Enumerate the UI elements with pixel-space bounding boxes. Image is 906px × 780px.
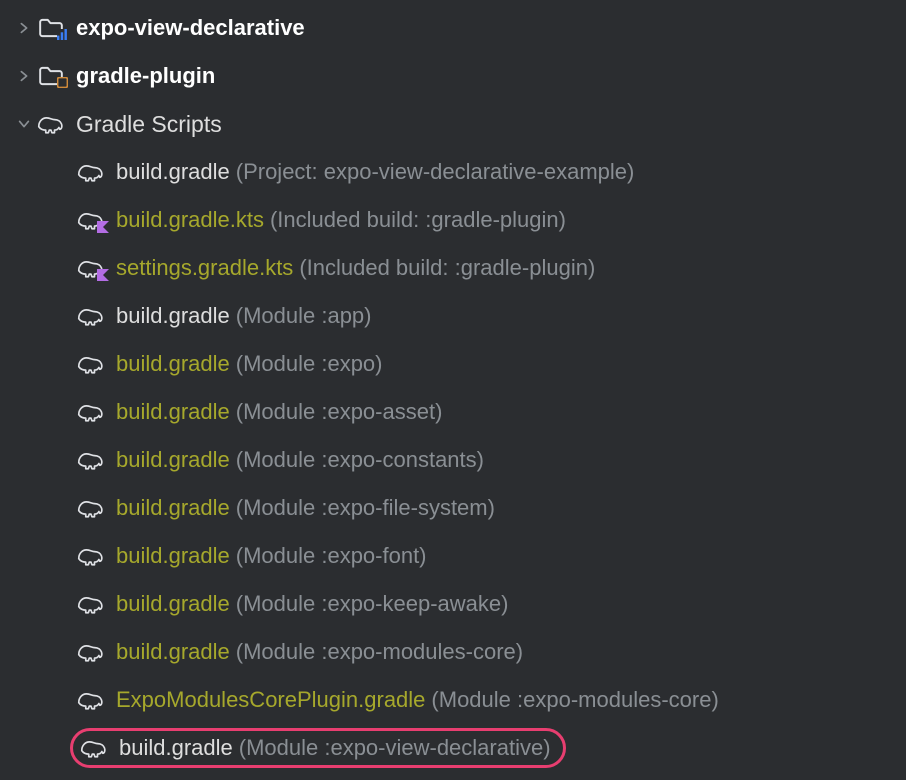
gradle-elephant-icon: [76, 689, 106, 711]
file-description: (Module :expo-constants): [236, 447, 484, 473]
tree-item-gradle-file[interactable]: build.gradle(Module :expo-modules-core): [0, 628, 906, 676]
file-name: build.gradle: [116, 495, 230, 521]
file-name: build.gradle: [116, 351, 230, 377]
file-name: build.gradle: [116, 639, 230, 665]
gradle-elephant-icon: [76, 257, 106, 279]
gradle-elephant-icon: [76, 449, 106, 471]
project-tree: expo-view-declarative gradle-plugin Grad…: [0, 0, 906, 772]
gradle-elephant-icon: [36, 113, 66, 135]
file-description: (Project: expo-view-declarative-example): [236, 159, 635, 185]
file-description: (Included build: :gradle-plugin): [299, 255, 595, 281]
file-name: settings.gradle.kts: [116, 255, 293, 281]
tree-item-gradle-file[interactable]: settings.gradle.kts(Included build: :gra…: [0, 244, 906, 292]
gradle-elephant-icon: [76, 401, 106, 423]
tree-item-gradle-file[interactable]: ExpoModulesCorePlugin.gradle(Module :exp…: [0, 676, 906, 724]
file-name: build.gradle.kts: [116, 207, 264, 233]
gradle-elephant-icon: [76, 161, 106, 183]
tree-item-gradle-file[interactable]: build.gradle(Module :expo-keep-awake): [0, 580, 906, 628]
gradle-elephant-icon: [76, 353, 106, 375]
file-description: (Module :expo-view-declarative): [239, 735, 551, 761]
file-name: build.gradle: [116, 447, 230, 473]
chevron-down-icon[interactable]: [12, 117, 36, 131]
file-description: (Module :expo-keep-awake): [236, 591, 509, 617]
folder-badge-icon: [57, 29, 68, 40]
file-name: build.gradle: [116, 159, 230, 185]
tree-item-gradle-file[interactable]: build.gradle(Module :expo-font): [0, 532, 906, 580]
gradle-elephant-icon: [76, 497, 106, 519]
file-description: (Module :expo): [236, 351, 383, 377]
gradle-scripts-children: build.gradle(Project: expo-view-declarat…: [0, 148, 906, 772]
file-name: build.gradle: [116, 303, 230, 329]
tree-item-gradle-file[interactable]: build.gradle(Project: expo-view-declarat…: [0, 148, 906, 196]
tree-item-gradle-file[interactable]: build.gradle(Module :expo-view-declarati…: [0, 724, 906, 772]
tree-item-gradle-file[interactable]: build.gradle.kts(Included build: :gradle…: [0, 196, 906, 244]
chevron-right-icon[interactable]: [12, 21, 36, 35]
file-name: build.gradle: [116, 543, 230, 569]
file-description: (Included build: :gradle-plugin): [270, 207, 566, 233]
gradle-elephant-icon: [76, 593, 106, 615]
folder-icon: [36, 63, 66, 89]
kotlin-badge-icon: [97, 269, 109, 281]
file-description: (Module :expo-modules-core): [236, 639, 523, 665]
file-name: build.gradle: [116, 399, 230, 425]
kotlin-badge-icon: [97, 221, 109, 233]
tree-item-label: gradle-plugin: [76, 63, 215, 89]
tree-item-label: expo-view-declarative: [76, 15, 305, 41]
tree-item-root[interactable]: expo-view-declarative: [0, 4, 906, 52]
gradle-elephant-icon: [76, 641, 106, 663]
file-description: (Module :expo-file-system): [236, 495, 495, 521]
tree-item-label: Gradle Scripts: [76, 111, 222, 138]
tree-item-gradle-file[interactable]: build.gradle(Module :app): [0, 292, 906, 340]
folder-icon: [36, 15, 66, 41]
file-name: ExpoModulesCorePlugin.gradle: [116, 687, 425, 713]
chevron-right-icon[interactable]: [12, 69, 36, 83]
highlighted-item: build.gradle(Module :expo-view-declarati…: [70, 728, 566, 768]
file-description: (Module :app): [236, 303, 372, 329]
tree-item-root[interactable]: gradle-plugin: [0, 52, 906, 100]
tree-item-gradle-file[interactable]: build.gradle(Module :expo-file-system): [0, 484, 906, 532]
tree-item-gradle-file[interactable]: build.gradle(Module :expo-asset): [0, 388, 906, 436]
file-name: build.gradle: [119, 735, 233, 761]
tree-item-gradle-file[interactable]: build.gradle(Module :expo-constants): [0, 436, 906, 484]
tree-item-gradle-scripts[interactable]: Gradle Scripts: [0, 100, 906, 148]
file-name: build.gradle: [116, 591, 230, 617]
file-description: (Module :expo-font): [236, 543, 427, 569]
file-description: (Module :expo-asset): [236, 399, 443, 425]
file-description: (Module :expo-modules-core): [431, 687, 718, 713]
gradle-elephant-icon: [76, 209, 106, 231]
gradle-elephant-icon: [76, 305, 106, 327]
folder-badge-icon: [57, 77, 68, 88]
gradle-elephant-icon: [79, 737, 109, 759]
gradle-elephant-icon: [76, 545, 106, 567]
tree-item-gradle-file[interactable]: build.gradle(Module :expo): [0, 340, 906, 388]
